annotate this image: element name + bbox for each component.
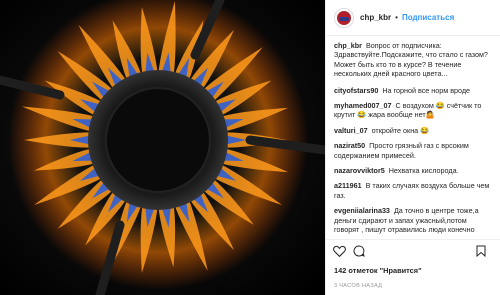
post-timestamp[interactable]: 3 ЧАСОВ НАЗАД bbox=[334, 283, 382, 289]
action-bar bbox=[326, 239, 500, 261]
post-header: chp_kbr • Подписаться bbox=[326, 0, 500, 36]
post-caption: chp_kbr Вопрос от подписчика: Здравствуй… bbox=[334, 41, 494, 79]
post-username[interactable]: chp_kbr bbox=[360, 13, 391, 22]
comment-username[interactable]: cityofstars90 bbox=[334, 86, 378, 95]
comment-item: evgeniialarina33 Да точно в центре тоже,… bbox=[334, 206, 494, 235]
likes-count[interactable]: 142 отметок "Нравится" bbox=[334, 266, 422, 275]
heart-icon[interactable] bbox=[332, 244, 346, 258]
gas-burner-flame-image bbox=[0, 0, 325, 295]
post-photo-gas-flame bbox=[0, 0, 325, 295]
comment-username[interactable]: myhamed007_07 bbox=[334, 101, 392, 110]
comment-text: Нехватка кислорода. bbox=[388, 166, 459, 176]
comment-item: myhamed007_07 С воздухом 😂 счётчик то кр… bbox=[334, 101, 494, 120]
avatar-logo bbox=[337, 10, 351, 25]
post-side-panel: chp_kbr • Подписаться chp_kbr Вопрос от … bbox=[325, 0, 500, 295]
comment-item: nazirat50 Просто грязный газ с врсоким с… bbox=[334, 141, 494, 160]
comment-text: откройте окна 😂 bbox=[371, 125, 430, 135]
comment-username[interactable]: evgeniialarina33 bbox=[334, 206, 390, 215]
caption-username[interactable]: chp_kbr bbox=[334, 41, 362, 50]
comment-item: valturi_07 откройте окна 😂 bbox=[334, 126, 494, 135]
follow-button[interactable]: Подписаться bbox=[402, 13, 454, 22]
comment-item: nazarovviktor5 Нехватка кислорода. bbox=[334, 166, 494, 175]
comment-item: cityofstars90 На горной все норм вроде bbox=[334, 86, 494, 95]
comment-username[interactable]: a211961 bbox=[334, 181, 362, 190]
separator-dot: • bbox=[395, 13, 398, 22]
comment-item: a211961 В таких случаях воздуха больше ч… bbox=[334, 181, 494, 200]
comment-username[interactable]: nazarovviktor5 bbox=[334, 166, 385, 175]
bookmark-icon[interactable] bbox=[474, 244, 488, 258]
comment-username[interactable]: valturi_07 bbox=[334, 126, 368, 135]
avatar[interactable] bbox=[334, 7, 354, 28]
comments-list[interactable]: chp_kbr Вопрос от подписчика: Здравствуй… bbox=[326, 38, 500, 235]
comment-text: На горной все норм вроде bbox=[382, 85, 471, 95]
speech-bubble-icon[interactable] bbox=[352, 244, 366, 258]
instagram-post: chp_kbr • Подписаться chp_kbr Вопрос от … bbox=[0, 0, 500, 295]
comment-username[interactable]: nazirat50 bbox=[334, 141, 365, 150]
